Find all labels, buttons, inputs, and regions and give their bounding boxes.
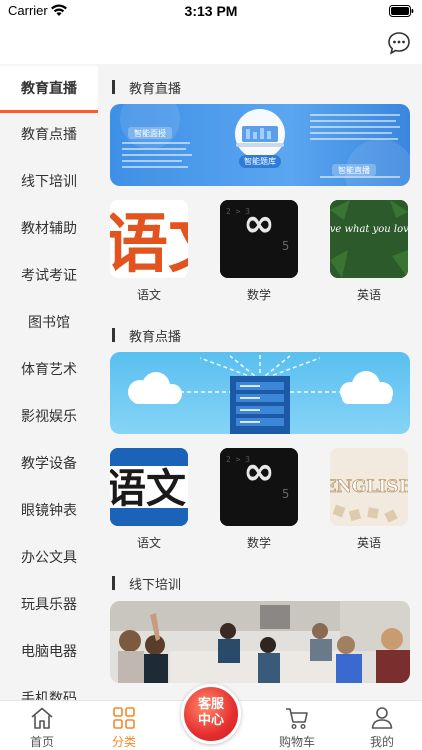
card-art-text: live what you love	[330, 224, 408, 235]
sidebar-item-sports-arts[interactable]: 体育艺术	[0, 347, 98, 393]
sidebar-item-textbooks[interactable]: 教材辅助	[0, 206, 98, 252]
section-marker	[112, 80, 115, 94]
home-icon	[31, 707, 53, 729]
sidebar-item-office-stationery[interactable]: 办公文具	[0, 535, 98, 581]
sidebar-item-toys-instruments[interactable]: 玩具乐器	[0, 582, 98, 628]
svg-text:5: 5	[282, 239, 289, 253]
sidebar-item-offline-training[interactable]: 线下培训	[0, 159, 98, 205]
subject-card-math[interactable]: 2 > 3 5 ∞	[220, 448, 298, 526]
section-marker	[112, 576, 115, 590]
sidebar-item-label: 影视娱乐	[21, 409, 77, 425]
chinese-subject-art: 语文	[110, 200, 188, 278]
offline-banner[interactable]	[110, 601, 410, 683]
section-title: 教育点播	[129, 329, 182, 345]
subject-label: 英语	[356, 288, 381, 302]
sidebar-item-library[interactable]: 图书馆	[0, 300, 98, 346]
sidebar-item-label: 教学设备	[21, 456, 77, 472]
subject-card-english[interactable]: live what you love	[330, 200, 408, 278]
live-banner[interactable]: 智能面授 智能题库 智能直播	[110, 104, 410, 186]
tab-label: 我的	[369, 735, 394, 749]
sidebar-item-label: 玩具乐器	[21, 597, 77, 613]
subject-card-english[interactable]: ENGLISH	[330, 448, 408, 526]
tab-label: 首页	[29, 735, 54, 749]
section-marker	[112, 328, 115, 342]
sidebar-item-label: 手机数码	[21, 691, 77, 700]
battery-icon	[389, 5, 414, 17]
subject-label: 语文	[136, 536, 161, 550]
tab-cart[interactable]: 购物车	[255, 701, 339, 750]
tab-category[interactable]: 分类	[82, 701, 166, 750]
status-bar: Carrier 3:13 PM	[0, 0, 422, 24]
chinese-subject-art: 语文	[110, 448, 188, 526]
sidebar-item-label: 教育直播	[21, 81, 77, 97]
cart-icon	[286, 708, 308, 730]
sidebar-item-film-entertainment[interactable]: 影视娱乐	[0, 394, 98, 440]
card-art-text: 语文	[110, 466, 186, 512]
message-button[interactable]	[386, 30, 412, 56]
banner-label: 智能直播	[338, 165, 370, 175]
section-title: 教育直播	[129, 81, 182, 97]
card-art-text: 语文	[110, 208, 188, 278]
tab-label: 分类	[111, 735, 136, 749]
subject-card-chinese[interactable]: 语文	[110, 200, 188, 278]
card-art-text: ∞	[243, 201, 275, 245]
sidebar-item-vod-education[interactable]: 教育点播	[0, 112, 98, 158]
sidebar-item-computers-appliances[interactable]: 电脑电器	[0, 629, 98, 675]
sidebar-item-label: 线下培训	[21, 174, 77, 190]
sidebar-item-label: 图书馆	[28, 315, 70, 331]
banner-label: 智能面授	[134, 128, 166, 138]
sidebar-item-live-education[interactable]: 教育直播	[0, 66, 98, 112]
card-art-text: ENGLISH	[330, 477, 408, 497]
cloud-server-illustration	[128, 354, 393, 434]
math-subject-art: 2 > 3 5 ∞	[220, 448, 298, 526]
subject-card-chinese[interactable]: 语文	[110, 448, 188, 526]
classroom-photo	[110, 601, 410, 683]
category-content[interactable]: 教育直播 智能面授 智能题库 智能直播 语 语文 2 > 3 5 ∞ 数学 ve…	[98, 64, 422, 700]
tab-mine[interactable]: 我的	[340, 701, 422, 750]
vod-banner[interactable]	[110, 352, 410, 434]
sidebar-item-teaching-equipment[interactable]: 教学设备	[0, 441, 98, 487]
section-header-vod: 教育点播	[112, 325, 181, 345]
sidebar-item-label: 体育艺术	[21, 362, 77, 378]
customer-service-label: 客服 中心	[197, 697, 224, 728]
category-icon	[113, 707, 135, 729]
sidebar-item-label: 眼镜钟表	[21, 503, 77, 519]
sidebar-item-label: 教材辅助	[21, 221, 77, 237]
subject-card-math[interactable]: 2 > 3 5 ∞	[220, 200, 298, 278]
sidebar-item-label: 电脑电器	[21, 644, 77, 660]
english-subject-art: ENGLISH	[330, 448, 408, 526]
subject-label: 语文	[136, 288, 161, 302]
sidebar-item-exams[interactable]: 考试考证	[0, 253, 98, 299]
section-title: 线下培训	[129, 577, 182, 593]
sidebar-item-label: 教育点播	[21, 127, 77, 143]
sidebar-item-glasses-watches[interactable]: 眼镜钟表	[0, 488, 98, 534]
math-subject-art: 2 > 3 5 ∞	[220, 200, 298, 278]
subject-label: 数学	[246, 288, 271, 302]
card-art-text: ∞	[243, 449, 275, 493]
sidebar-item-label: 办公文具	[21, 550, 77, 566]
smart-education-illustration: 智能面授 智能题库 智能直播	[120, 104, 410, 186]
sidebar-item-phones-digital[interactable]: 手机数码	[0, 676, 98, 700]
sidebar-item-label: 考试考证	[21, 268, 77, 284]
status-time: 3:13 PM	[184, 3, 238, 19]
svg-text:5: 5	[282, 487, 289, 501]
section-header-offline: 线下培训	[112, 573, 181, 593]
tab-label: 购物车	[278, 735, 315, 749]
subject-label: 英语	[356, 536, 381, 550]
category-sidebar[interactable]: 教育直播 教育点播 线下培训 教材辅助 考试考证 图书馆 体育艺术 影视娱乐 教…	[0, 64, 98, 700]
subject-label: 数学	[246, 536, 271, 550]
user-icon	[371, 707, 393, 729]
section-header-live: 教育直播	[112, 77, 181, 97]
tab-home[interactable]: 首页	[0, 701, 84, 750]
customer-service-button[interactable]: 客服 中心	[181, 684, 241, 744]
english-subject-art: live what you love	[330, 200, 408, 278]
banner-label: 智能题库	[244, 156, 276, 166]
